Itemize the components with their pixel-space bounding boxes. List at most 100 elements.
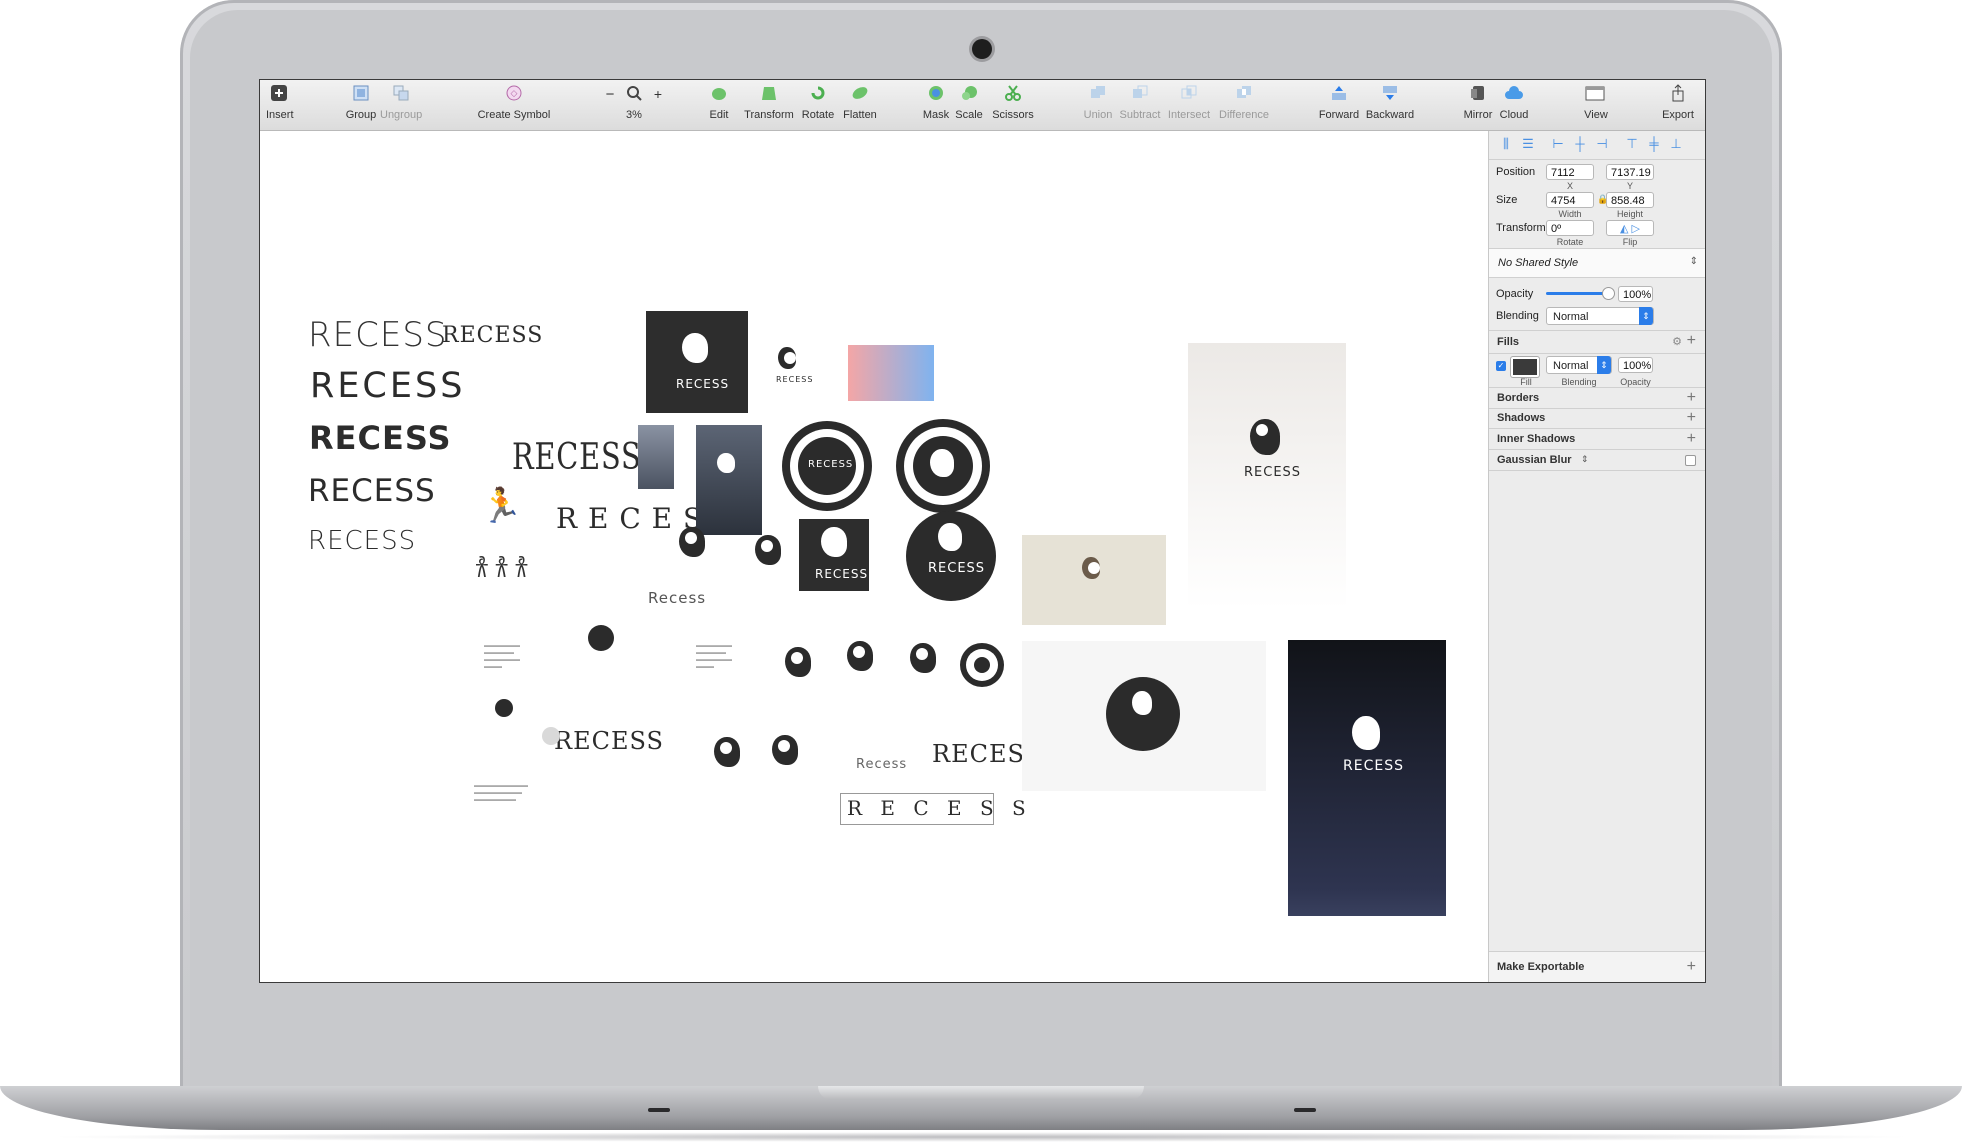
align-left-icon[interactable]: ⊢ xyxy=(1551,137,1565,151)
logo-c-ring[interactable] xyxy=(960,643,1004,687)
export-button[interactable]: Export xyxy=(1660,84,1696,121)
shadows-section[interactable]: Shadows + xyxy=(1489,408,1705,429)
head-icon[interactable] xyxy=(785,647,811,677)
small-badge[interactable] xyxy=(495,699,513,717)
opacity-slider[interactable] xyxy=(1546,292,1608,295)
blur-checkbox[interactable] xyxy=(1685,455,1696,466)
zoom-out-button[interactable]: − xyxy=(600,86,620,103)
logo-dark-square[interactable]: RECESS xyxy=(646,311,748,413)
add-fill-icon[interactable]: + xyxy=(1687,333,1696,349)
logo-gray-tall[interactable] xyxy=(638,425,674,489)
create-symbol-button[interactable]: ◇ Create Symbol xyxy=(476,84,552,121)
intersect-button[interactable]: Intersect xyxy=(1166,84,1212,121)
opacity-slider-knob[interactable] xyxy=(1602,287,1615,300)
fill-checkbox[interactable]: ✓ xyxy=(1496,361,1506,371)
height-field[interactable]: 858.48 xyxy=(1606,192,1654,208)
scissors-icon xyxy=(1002,84,1024,106)
runner-figure[interactable]: 🏃 xyxy=(480,486,522,526)
fill-color-swatch[interactable] xyxy=(1511,357,1539,377)
difference-button[interactable]: Difference xyxy=(1216,84,1272,121)
subtract-button[interactable]: Subtract xyxy=(1118,84,1162,121)
add-border-icon[interactable]: + xyxy=(1687,390,1696,406)
cloud-button[interactable]: Cloud xyxy=(1498,84,1530,121)
flatten-icon xyxy=(849,84,871,106)
logo-dark-circle[interactable]: RECESS xyxy=(906,511,996,601)
add-export-icon[interactable]: + xyxy=(1687,959,1696,975)
add-shadow-icon[interactable]: + xyxy=(1687,410,1696,426)
head-icon[interactable] xyxy=(714,737,740,767)
logo-dark-small[interactable]: RECESS xyxy=(799,519,869,591)
wordmark-wide[interactable]: RECESS xyxy=(310,366,465,406)
align-bottom-icon[interactable]: ⊥ xyxy=(1669,137,1683,151)
flatten-button[interactable]: Flatten xyxy=(840,84,880,121)
flip-buttons[interactable]: ◭ ▷ xyxy=(1606,220,1654,236)
mirror-icon xyxy=(1467,84,1489,106)
selected-wordmark[interactable]: R E C E S S xyxy=(840,793,1026,825)
head-icon[interactable] xyxy=(755,535,781,565)
design-canvas[interactable]: RECESS RECESS RECESS RECESS RECESS RECES… xyxy=(260,131,1488,982)
wordmark-regular[interactable]: RECESS xyxy=(308,473,436,509)
align-middle-icon[interactable]: ╪ xyxy=(1647,137,1661,151)
distribute-horizontal-icon[interactable]: ⫼ xyxy=(1499,137,1513,151)
align-top-icon[interactable]: ⊤ xyxy=(1625,137,1639,151)
head-icon[interactable] xyxy=(679,527,705,557)
logo-light-card[interactable] xyxy=(1022,641,1266,791)
insert-button[interactable]: Insert xyxy=(266,84,294,121)
logo-poster[interactable]: RECESS xyxy=(1188,343,1346,609)
wordmark-light[interactable]: RECESS xyxy=(308,315,448,355)
logo-ring-head[interactable] xyxy=(896,419,990,513)
mirror-button[interactable]: Mirror xyxy=(1462,84,1494,121)
zoom-in-button[interactable]: + xyxy=(648,86,668,102)
wordmark-wavy[interactable]: Recess xyxy=(856,757,907,772)
small-badge[interactable] xyxy=(542,727,560,745)
logo-beige-card[interactable] xyxy=(1022,535,1166,625)
gear-icon[interactable]: ⚙ xyxy=(1672,335,1682,348)
head-icon[interactable] xyxy=(847,641,873,671)
align-center-icon[interactable]: ┼ xyxy=(1573,137,1587,151)
rotate-button[interactable]: Rotate xyxy=(798,84,838,121)
position-y-field[interactable]: 7137.19 xyxy=(1606,164,1654,180)
scissors-button[interactable]: Scissors xyxy=(990,84,1036,121)
position-x-field[interactable]: 7112 xyxy=(1546,164,1594,180)
transform-button[interactable]: Transform xyxy=(742,84,796,121)
head-icon[interactable] xyxy=(772,735,798,765)
wordmark-thin[interactable]: RECESS xyxy=(308,526,416,556)
wordmark-handwritten[interactable]: RECESS xyxy=(442,323,543,348)
logo-gradient-card[interactable] xyxy=(848,345,934,401)
gaussian-blur-section[interactable]: Gaussian Blur ⇕ xyxy=(1489,450,1705,471)
logo-ring-badge[interactable]: RECESS xyxy=(782,421,872,511)
borders-section[interactable]: Borders + xyxy=(1489,387,1705,409)
logo-slate-card[interactable] xyxy=(696,425,762,535)
head-icon[interactable] xyxy=(778,347,796,369)
small-badge[interactable] xyxy=(588,625,614,651)
distribute-vertical-icon[interactable]: ☰ xyxy=(1521,137,1535,151)
stick-figures[interactable]: 𐀪𐀪𐀪 xyxy=(474,549,533,585)
wordmark-script[interactable]: Recess xyxy=(648,589,706,607)
head-icon[interactable] xyxy=(910,643,936,673)
edit-button[interactable]: Edit xyxy=(706,84,732,121)
forward-button[interactable]: Forward xyxy=(1318,84,1360,121)
ungroup-button[interactable]: Ungroup xyxy=(380,84,422,121)
blending-select[interactable]: Normal ⇕ xyxy=(1546,307,1654,325)
scale-button[interactable]: Scale xyxy=(954,84,984,121)
wordmark-bold[interactable]: RECESS xyxy=(309,419,452,457)
wordmark-condensed[interactable]: RECESS xyxy=(512,437,642,478)
fill-blending-select[interactable]: Normal ⇕ xyxy=(1546,356,1612,374)
add-inner-shadow-icon[interactable]: + xyxy=(1687,431,1696,447)
wordmark-sketch[interactable]: RECESS xyxy=(554,727,664,755)
view-button[interactable]: View xyxy=(1580,84,1612,121)
union-button[interactable]: Union xyxy=(1082,84,1114,121)
rotate-field[interactable]: 0º xyxy=(1546,220,1594,236)
mask-button[interactable]: Mask xyxy=(922,84,950,121)
width-field[interactable]: 4754 xyxy=(1546,192,1594,208)
inner-shadows-section[interactable]: Inner Shadows + xyxy=(1489,429,1705,450)
group-button[interactable]: Group xyxy=(344,84,378,121)
opacity-field[interactable]: 100% xyxy=(1618,286,1653,302)
fill-opacity-field[interactable]: 100% xyxy=(1618,357,1653,373)
shared-style-select[interactable]: No Shared Style ⇕ xyxy=(1489,249,1705,278)
zoom-button[interactable]: 3% xyxy=(620,84,648,121)
logo-dark-poster[interactable]: RECESS xyxy=(1288,640,1446,916)
backward-button[interactable]: Backward xyxy=(1364,84,1416,121)
align-right-icon[interactable]: ⊣ xyxy=(1595,137,1609,151)
make-exportable-section[interactable]: Make Exportable + xyxy=(1489,951,1705,982)
